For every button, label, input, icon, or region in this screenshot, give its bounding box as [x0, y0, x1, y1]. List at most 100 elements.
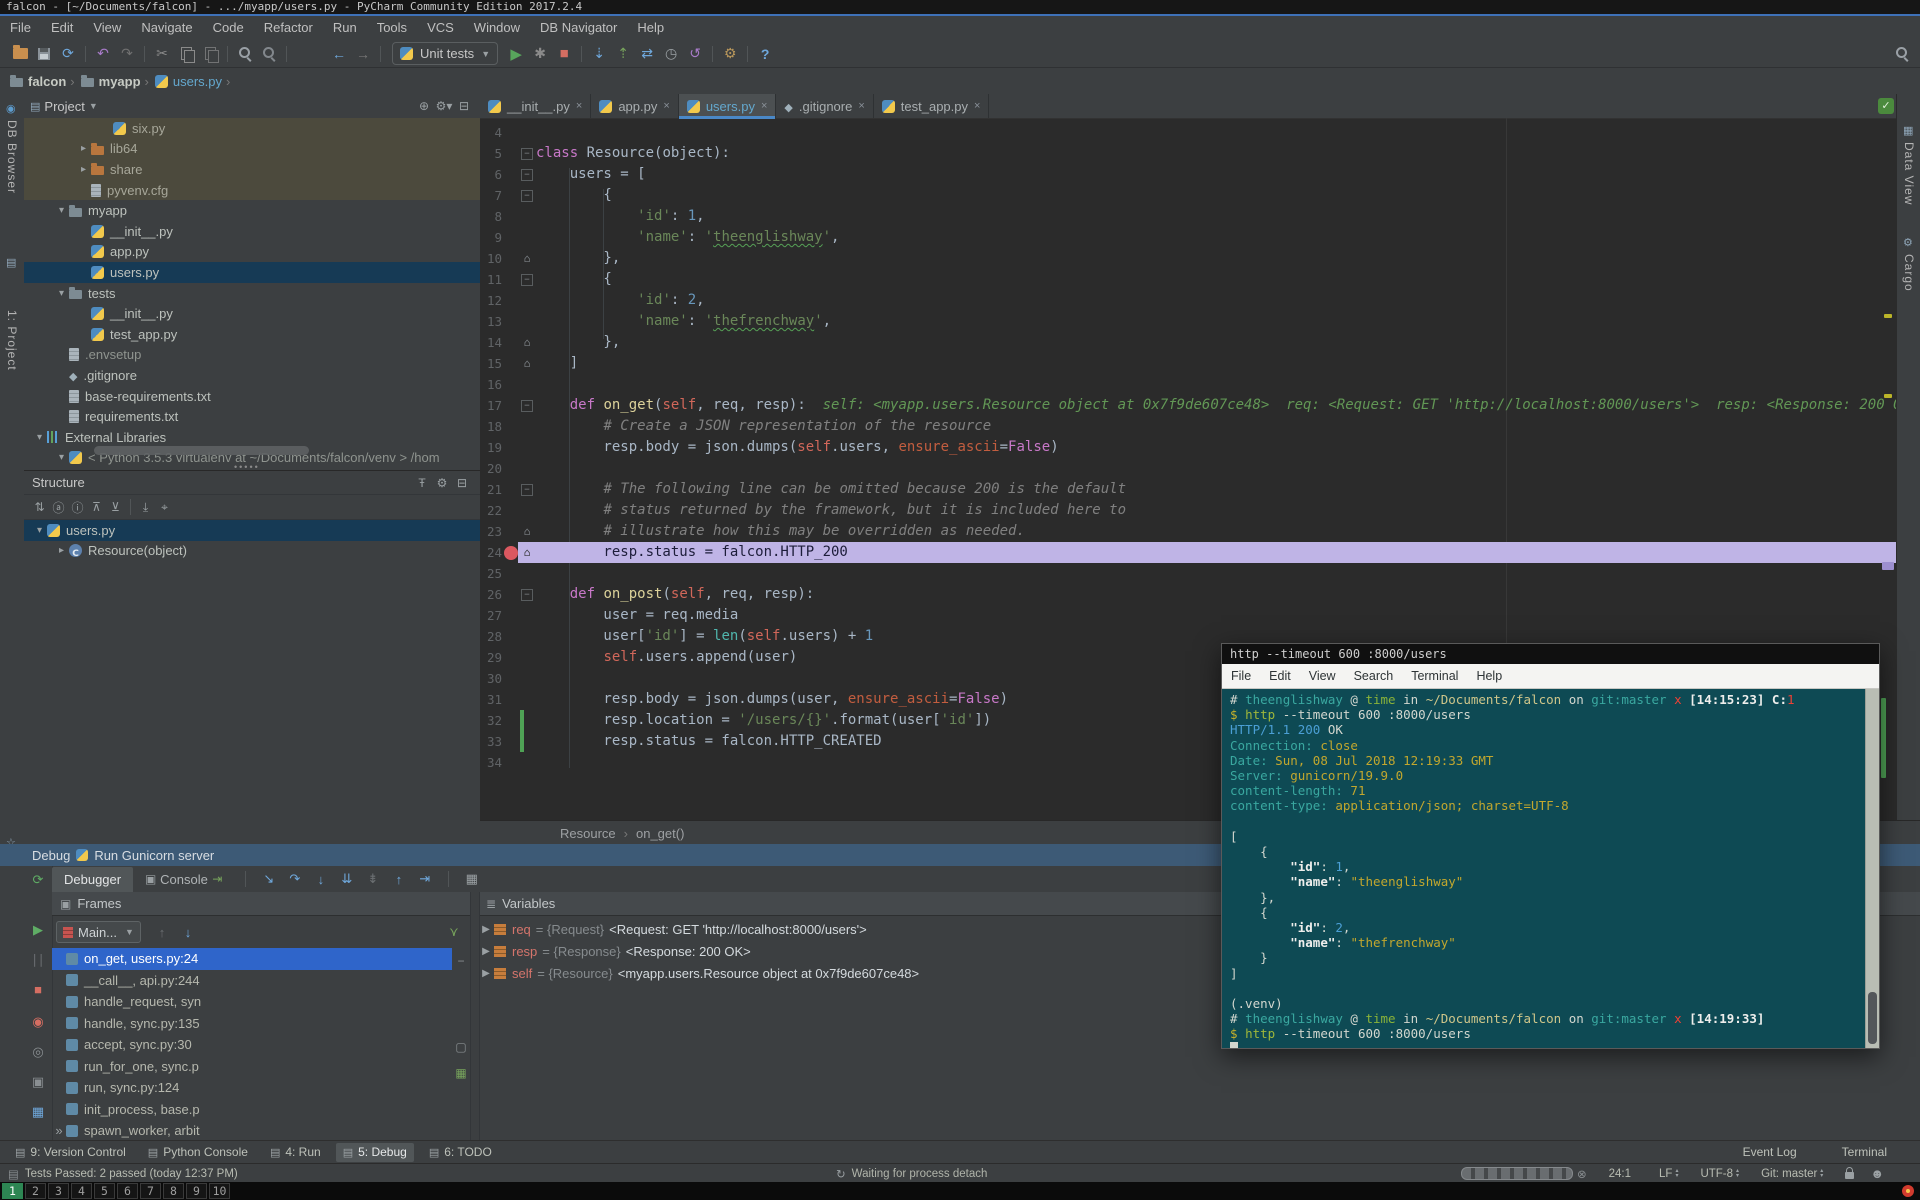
editor-tab[interactable]: users.py ×: [679, 94, 777, 118]
tree-row[interactable]: app.py: [24, 242, 480, 263]
project-icon[interactable]: ▤: [6, 256, 16, 269]
code-line[interactable]: 13 'name': 'thefrenchway',: [480, 311, 1896, 332]
editor-tab[interactable]: app.py ×: [591, 94, 678, 118]
close-icon[interactable]: ×: [761, 100, 767, 112]
hide-panel-icon[interactable]: ⊟: [454, 99, 474, 113]
stop-icon[interactable]: ■: [28, 982, 48, 997]
execution-stripe-mark[interactable]: [1882, 562, 1894, 570]
frame-row[interactable]: » accept, sync.py:30: [52, 1034, 452, 1056]
horizontal-scrollbar[interactable]: [94, 446, 309, 455]
code-line[interactable]: 27 user = req.media: [480, 605, 1896, 626]
code-line[interactable]: 8 'id': 1,: [480, 206, 1896, 227]
menu-item[interactable]: Navigate: [131, 16, 202, 40]
force-step-into-icon[interactable]: ⇟: [360, 871, 386, 887]
synchronize-icon[interactable]: ⟳: [56, 43, 80, 65]
scrollbar-thumb[interactable]: [1868, 992, 1877, 1044]
expand-icon[interactable]: ▶: [478, 968, 494, 979]
menu-item[interactable]: DB Navigator: [530, 16, 627, 40]
workspace-button[interactable]: 2: [25, 1183, 46, 1199]
status-widget[interactable]: Git: master: [1761, 1168, 1823, 1180]
gear-icon[interactable]: ⚙▾: [434, 99, 454, 113]
workspace-button[interactable]: 7: [140, 1183, 161, 1199]
sort-icon[interactable]: ⇅: [30, 500, 49, 514]
terminal-menu-item[interactable]: View: [1300, 669, 1345, 683]
tree-arrow-icon[interactable]: ▸: [76, 164, 91, 175]
run-with-coverage-icon[interactable]: ✱: [528, 43, 552, 65]
tree-row[interactable]: ▸ share: [24, 159, 480, 180]
code-line[interactable]: 19 resp.body = json.dumps(self.users, en…: [480, 437, 1896, 458]
change-stripe-mark[interactable]: [1881, 698, 1886, 778]
code-line[interactable]: 14 },: [480, 332, 1896, 353]
move-bottom-icon[interactable]: ⊻: [106, 500, 125, 514]
breadcrumb-method[interactable]: on_get(): [636, 826, 684, 841]
typo-stripe-mark[interactable]: [1884, 314, 1892, 318]
workspace-button[interactable]: 3: [48, 1183, 69, 1199]
editor-tab[interactable]: test_app.py ×: [874, 94, 990, 118]
tool-button-data-view[interactable]: Data View: [1902, 142, 1916, 205]
tab-console[interactable]: ▣ Console ⇥: [133, 872, 235, 887]
tool-window-button[interactable]: ▤ 6: TODO: [422, 1143, 499, 1162]
tree-arrow-icon[interactable]: ▸: [76, 143, 91, 154]
tool-button-cargo[interactable]: Cargo: [1902, 254, 1916, 292]
close-icon[interactable]: ×: [663, 100, 669, 112]
frame-row[interactable]: » spawn_worker, arbit: [52, 1120, 452, 1142]
move-top-icon[interactable]: ⊼: [87, 500, 106, 514]
breadcrumb-item[interactable]: falcon ›: [10, 74, 81, 89]
lock-icon[interactable]: [1845, 1172, 1854, 1179]
code-line[interactable]: 17 def on_get(self, req, resp): self: <m…: [480, 395, 1896, 416]
show-execution-point-icon[interactable]: ↘: [256, 871, 282, 887]
breadcrumb-item[interactable]: myapp ›: [81, 74, 155, 89]
breadcrumb-class[interactable]: Resource: [560, 826, 616, 841]
tree-arrow-icon[interactable]: ▾: [54, 205, 69, 216]
jump-to-prompt-icon[interactable]: ⇥: [208, 872, 227, 886]
menu-item[interactable]: Help: [627, 16, 674, 40]
tree-row[interactable]: ▸ lib64: [24, 139, 480, 160]
stop-icon[interactable]: ■: [552, 43, 576, 65]
show-info-icon[interactable]: ⓘ: [68, 499, 87, 516]
workspace-button[interactable]: 10: [209, 1183, 230, 1199]
code-line[interactable]: 5class Resource(object):: [480, 143, 1896, 164]
rollback-icon[interactable]: ↺: [683, 43, 707, 65]
restore-layout-icon[interactable]: ▦: [28, 1104, 48, 1120]
status-widget[interactable]: LF: [1659, 1168, 1678, 1180]
expand-all-icon[interactable]: Ŧ: [412, 476, 432, 490]
code-line[interactable]: 24 resp.status = falcon.HTTP_200: [480, 542, 1896, 563]
memory-indicator[interactable]: [1461, 1167, 1573, 1180]
terminal-title-bar[interactable]: http --timeout 600 :8000/users: [1222, 644, 1879, 664]
pause-icon[interactable]: ∣∣: [28, 952, 48, 968]
view-breakpoints-icon[interactable]: ◉: [28, 1014, 48, 1030]
terminal-content[interactable]: # theenglishway @ time in ~/Documents/fa…: [1222, 689, 1879, 1048]
frame-row[interactable]: » run_for_one, sync.p: [52, 1056, 452, 1078]
frames-side-grid-icon[interactable]: ▦: [452, 1066, 470, 1080]
cargo-icon[interactable]: ⚙: [1903, 236, 1913, 249]
help-icon[interactable]: ?: [753, 43, 777, 65]
frame-row[interactable]: » __call__, api.py:244: [52, 970, 452, 992]
save-all-icon[interactable]: [32, 43, 56, 65]
step-over-icon[interactable]: ↷: [282, 871, 308, 887]
close-icon[interactable]: ×: [576, 100, 582, 112]
code-line[interactable]: 11 {: [480, 269, 1896, 290]
hector-icon[interactable]: ☻: [1870, 1166, 1884, 1181]
step-into-icon[interactable]: ↓: [308, 872, 334, 887]
tree-row[interactable]: users.py: [24, 262, 480, 283]
structure-panel-title[interactable]: Structure: [32, 475, 85, 490]
tree-arrow-icon[interactable]: ▾: [54, 452, 69, 463]
search-everywhere-icon[interactable]: [1890, 43, 1914, 65]
redo-icon[interactable]: ↷: [115, 43, 139, 65]
run-configuration-select[interactable]: Unit tests ▼: [392, 42, 498, 65]
editor-tab[interactable]: __init__.py ×: [480, 94, 591, 118]
code-line[interactable]: 7 {: [480, 185, 1896, 206]
frame-down-icon[interactable]: ↓: [175, 925, 201, 940]
evaluate-expression-icon[interactable]: ▦: [459, 871, 485, 887]
filter-frames-icon[interactable]: ⋎: [441, 924, 467, 940]
frame-up-icon[interactable]: ↑: [149, 925, 175, 940]
tree-row[interactable]: ▾ myapp: [24, 200, 480, 221]
menu-item[interactable]: Tools: [367, 16, 417, 40]
workspace-button[interactable]: 9: [186, 1183, 207, 1199]
tree-row[interactable]: ▾ External Libraries: [24, 427, 480, 448]
tree-row[interactable]: __init__.py: [24, 303, 480, 324]
tree-arrow-icon[interactable]: ▾: [32, 432, 47, 443]
tab-debugger[interactable]: Debugger: [52, 867, 133, 892]
tool-window-button[interactable]: ▤ 5: Debug: [336, 1143, 414, 1162]
frame-row[interactable]: » init_process, base.p: [52, 1099, 452, 1121]
